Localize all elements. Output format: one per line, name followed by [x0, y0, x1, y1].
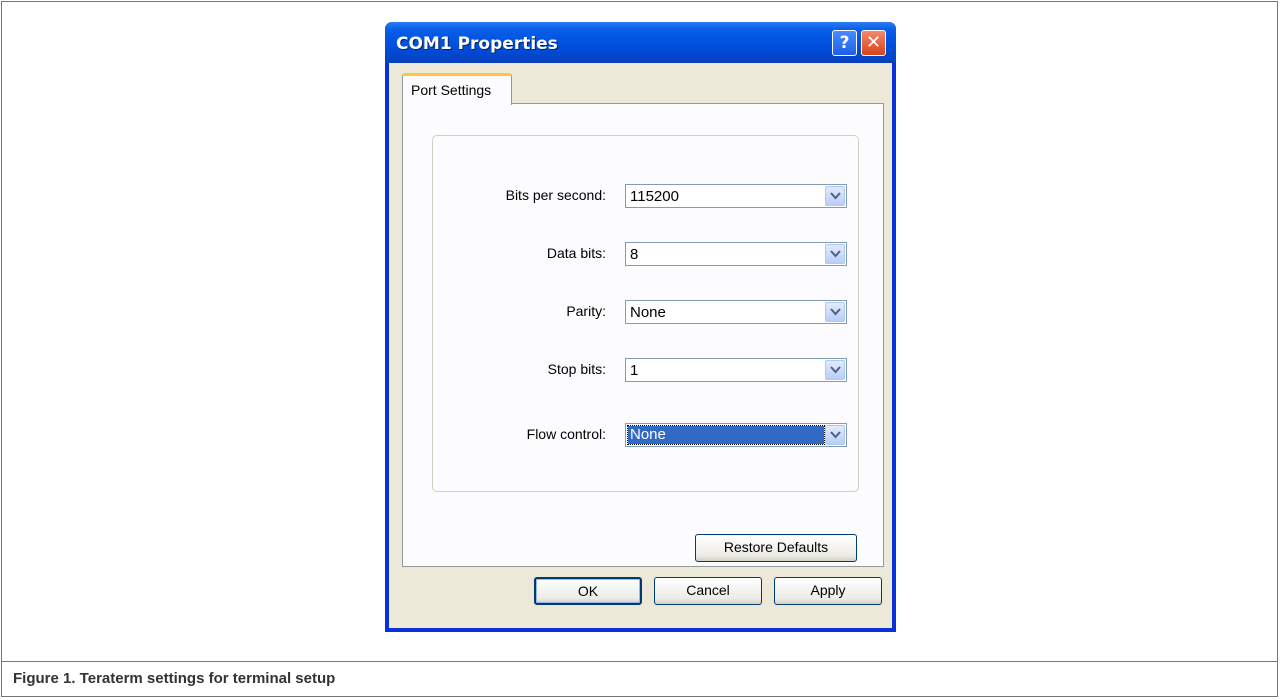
data-bits-value: 8: [630, 246, 639, 263]
dropdown-button[interactable]: [825, 425, 845, 445]
stop-bits-select[interactable]: 1: [625, 358, 847, 382]
data-bits-label: Data bits:: [546, 245, 606, 261]
dropdown-button[interactable]: [825, 186, 845, 206]
window-title: COM1 Properties: [396, 34, 558, 54]
ok-button[interactable]: OK: [534, 577, 642, 605]
parity-select[interactable]: None: [625, 300, 847, 324]
dropdown-button[interactable]: [825, 360, 845, 380]
restore-defaults-button[interactable]: Restore Defaults: [695, 534, 857, 562]
close-icon: ✕: [865, 32, 882, 53]
parity-label: Parity:: [566, 303, 606, 319]
com1-properties-dialog: COM1 Properties ? ✕ Port Settings Bits p…: [385, 22, 896, 632]
bits-per-second-select[interactable]: 115200: [625, 184, 847, 208]
flow-control-select[interactable]: None: [625, 423, 847, 447]
flow-control-value: None: [627, 425, 825, 445]
stop-bits-label: Stop bits:: [547, 361, 606, 377]
help-icon: ?: [839, 33, 850, 53]
chevron-down-icon: [830, 192, 841, 200]
tab-port-settings[interactable]: Port Settings: [402, 73, 512, 105]
chevron-down-icon: [830, 431, 841, 439]
apply-button[interactable]: Apply: [774, 577, 882, 605]
data-bits-select[interactable]: 8: [625, 242, 847, 266]
chevron-down-icon: [830, 366, 841, 374]
bits-per-second-label: Bits per second:: [505, 187, 606, 203]
help-button[interactable]: ?: [832, 30, 857, 56]
figure-caption: Figure 1. Teraterm settings for terminal…: [13, 670, 336, 687]
caption-divider: [1, 661, 1278, 662]
parity-value: None: [630, 304, 666, 321]
dropdown-button[interactable]: [825, 244, 845, 264]
close-button[interactable]: ✕: [861, 30, 886, 56]
stop-bits-value: 1: [630, 362, 639, 379]
dialog-client-area: Port Settings Bits per second: 115200 Da…: [389, 63, 892, 628]
chevron-down-icon: [830, 308, 841, 316]
title-bar[interactable]: COM1 Properties ? ✕: [385, 22, 896, 63]
cancel-button[interactable]: Cancel: [654, 577, 762, 605]
tab-panel: Bits per second: 115200 Data bits: 8 Par…: [402, 103, 884, 567]
chevron-down-icon: [830, 250, 841, 258]
tab-label: Port Settings: [411, 82, 492, 98]
bits-per-second-value: 115200: [630, 188, 679, 205]
settings-group: Bits per second: 115200 Data bits: 8 Par…: [432, 135, 859, 492]
dropdown-button[interactable]: [825, 302, 845, 322]
flow-control-label: Flow control:: [526, 426, 606, 442]
